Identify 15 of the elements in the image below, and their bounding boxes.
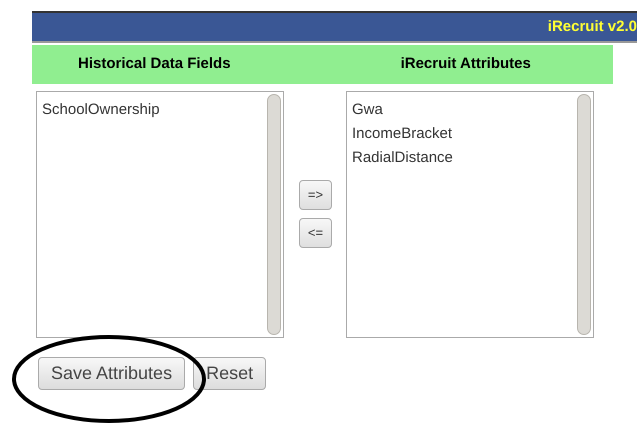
save-button[interactable]: Save Attributes	[38, 357, 186, 390]
reset-button[interactable]: Reset	[193, 357, 266, 390]
list-item[interactable]: RadialDistance	[352, 146, 453, 170]
column-heading: iRecruit Attributes	[400, 54, 531, 74]
list-box[interactable]: Gwa IncomeBracket RadialDistance	[346, 91, 594, 338]
scrollbar[interactable]	[267, 94, 281, 335]
move-button[interactable]: <=	[299, 218, 332, 248]
list-item[interactable]: SchoolOwnership	[42, 98, 160, 122]
scrollbar[interactable]	[577, 94, 591, 335]
column-heading: Historical Data Fields	[78, 54, 231, 74]
list-box[interactable]: SchoolOwnership	[36, 91, 284, 338]
move-button[interactable]: =>	[299, 180, 332, 210]
list-item[interactable]: IncomeBracket	[352, 122, 452, 146]
app-title: iRecruit v2.0	[548, 16, 637, 37]
list-item[interactable]: Gwa	[352, 98, 383, 122]
